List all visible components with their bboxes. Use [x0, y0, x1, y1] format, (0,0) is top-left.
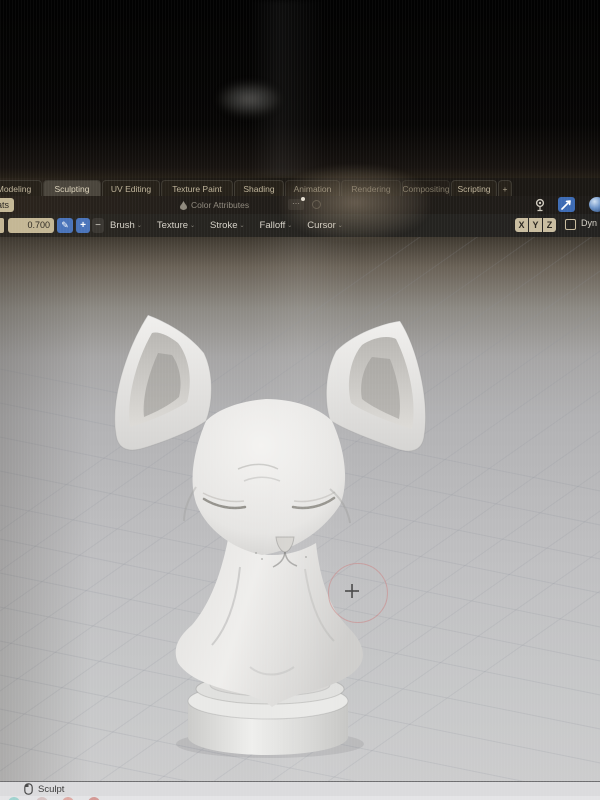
mirror-z-button[interactable]: Z	[543, 218, 556, 232]
chevron-down-icon: ⌄	[287, 223, 293, 229]
viewport-glare-band	[250, 237, 360, 781]
tab-shading[interactable]: Shading	[234, 180, 284, 196]
color-attributes-label: Color Attributes	[191, 200, 250, 210]
cropped-control	[0, 218, 4, 233]
chevron-down-icon: ⌄	[190, 223, 196, 229]
brush-popover-label: Brush	[110, 220, 135, 231]
workspace-tabs-bar: Modeling Sculpting UV Editing Texture Pa…	[0, 178, 600, 196]
monitor-screen: Modeling Sculpting UV Editing Texture Pa…	[0, 0, 600, 800]
stroke-popover[interactable]: Stroke ⌄	[210, 220, 245, 231]
ellipsis-icon: ⋯	[292, 199, 300, 208]
partial-left-button[interactable]: ats	[0, 198, 15, 212]
falloff-popover[interactable]: Falloff ⌄	[260, 220, 293, 231]
tab-texture-paint[interactable]: Texture Paint	[161, 180, 233, 196]
paint-droplet-icon	[180, 200, 187, 210]
texture-popover[interactable]: Texture ⌄	[157, 220, 195, 231]
cursor-popover[interactable]: Cursor ⌄	[307, 220, 343, 231]
mouse-icon	[24, 783, 33, 795]
vertical-glare	[248, 0, 328, 178]
mirror-x-button[interactable]: X	[515, 218, 528, 232]
chevron-down-icon: ⌄	[239, 223, 245, 229]
pressure-sensitivity-toggle[interactable]: ✎	[57, 218, 73, 233]
tab-rendering[interactable]: Rendering	[341, 180, 401, 196]
dyntopo-checkbox[interactable]	[565, 219, 576, 230]
status-bar: Sculpt	[0, 781, 600, 796]
texture-popover-label: Texture	[156, 220, 189, 231]
visibility-icon[interactable]	[532, 197, 548, 213]
brush-direction-subtract-button[interactable]: −	[92, 218, 104, 233]
falloff-popover-label: Falloff	[259, 220, 286, 231]
strength-slider[interactable]: 0.700	[8, 218, 54, 233]
brush-popover[interactable]: Brush ⌄	[110, 220, 142, 231]
color-attributes-control[interactable]: Color Attributes	[180, 198, 249, 212]
status-hint: Sculpt	[38, 783, 65, 795]
mirror-axis-group: X Y Z	[515, 218, 556, 232]
faint-icon	[312, 200, 321, 209]
tab-modeling[interactable]: Modeling	[0, 180, 42, 196]
add-workspace-tab[interactable]: +	[498, 180, 512, 196]
dock-strip	[0, 796, 600, 800]
cursor-tool-icon[interactable]	[558, 197, 575, 212]
3d-viewport[interactable]	[0, 237, 600, 781]
mirror-y-button[interactable]: Y	[529, 218, 542, 232]
viewport-header-row: ats Color Attributes ⋯	[0, 196, 600, 214]
brush-popovers: Brush ⌄ Texture ⌄ Stroke ⌄ Falloff ⌄ Cur…	[110, 214, 343, 237]
cursor-popover-label: Cursor	[307, 220, 336, 231]
brush-direction-add-button[interactable]: +	[76, 218, 90, 233]
color-attributes-options-button[interactable]: ⋯	[288, 197, 305, 210]
tab-sculpting[interactable]: Sculpting	[43, 180, 101, 196]
dyntopo-label: Dyn	[581, 218, 598, 228]
matcap-sphere-icon[interactable]	[589, 197, 600, 212]
chevron-down-icon: ⌄	[136, 223, 142, 229]
dark-desktop-area	[0, 0, 600, 178]
tab-animation[interactable]: Animation	[285, 180, 340, 196]
chevron-down-icon: ⌄	[337, 223, 343, 229]
stroke-popover-label: Stroke	[210, 220, 238, 231]
tab-uv-editing[interactable]: UV Editing	[102, 180, 160, 196]
notification-dot	[301, 197, 305, 201]
tab-scripting[interactable]: Scripting	[451, 180, 497, 196]
tab-compositing[interactable]: Compositing	[402, 180, 450, 196]
left-vignette	[0, 237, 90, 781]
